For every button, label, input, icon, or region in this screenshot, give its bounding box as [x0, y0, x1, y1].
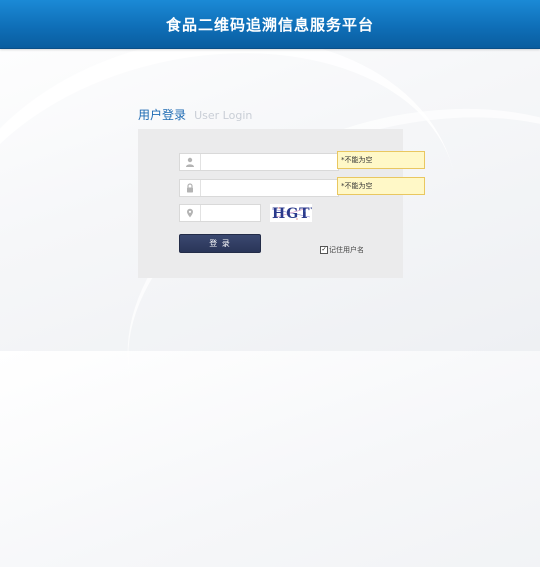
remember-username[interactable]: ✓ 记住用户名 — [320, 245, 364, 255]
username-error-tip: *不能为空 — [337, 151, 425, 169]
captcha-text: HGTY — [272, 206, 312, 222]
username-field-box — [179, 153, 339, 171]
login-heading-en: User Login — [194, 109, 253, 122]
remember-label: 记住用户名 — [329, 246, 364, 254]
login-heading: 用户登录 User Login — [138, 104, 252, 123]
username-input[interactable] — [202, 154, 338, 170]
login-heading-cn: 用户登录 — [138, 108, 187, 122]
header-bar: 食品二维码追溯信息服务平台 — [0, 0, 540, 49]
remember-checkbox[interactable]: ✓ — [320, 246, 328, 254]
lock-icon — [180, 180, 201, 196]
location-pin-icon — [180, 205, 201, 221]
captcha-image[interactable]: HGTY — [270, 204, 312, 222]
password-field-box — [179, 179, 339, 197]
password-error-tip: *不能为空 — [337, 177, 425, 195]
site-title: 食品二维码追溯信息服务平台 — [165, 16, 374, 34]
password-input[interactable] — [202, 180, 338, 196]
login-button[interactable]: 登 录 — [179, 234, 261, 253]
user-icon — [180, 154, 201, 170]
captcha-field-box — [179, 204, 261, 222]
captcha-input[interactable] — [202, 205, 260, 221]
